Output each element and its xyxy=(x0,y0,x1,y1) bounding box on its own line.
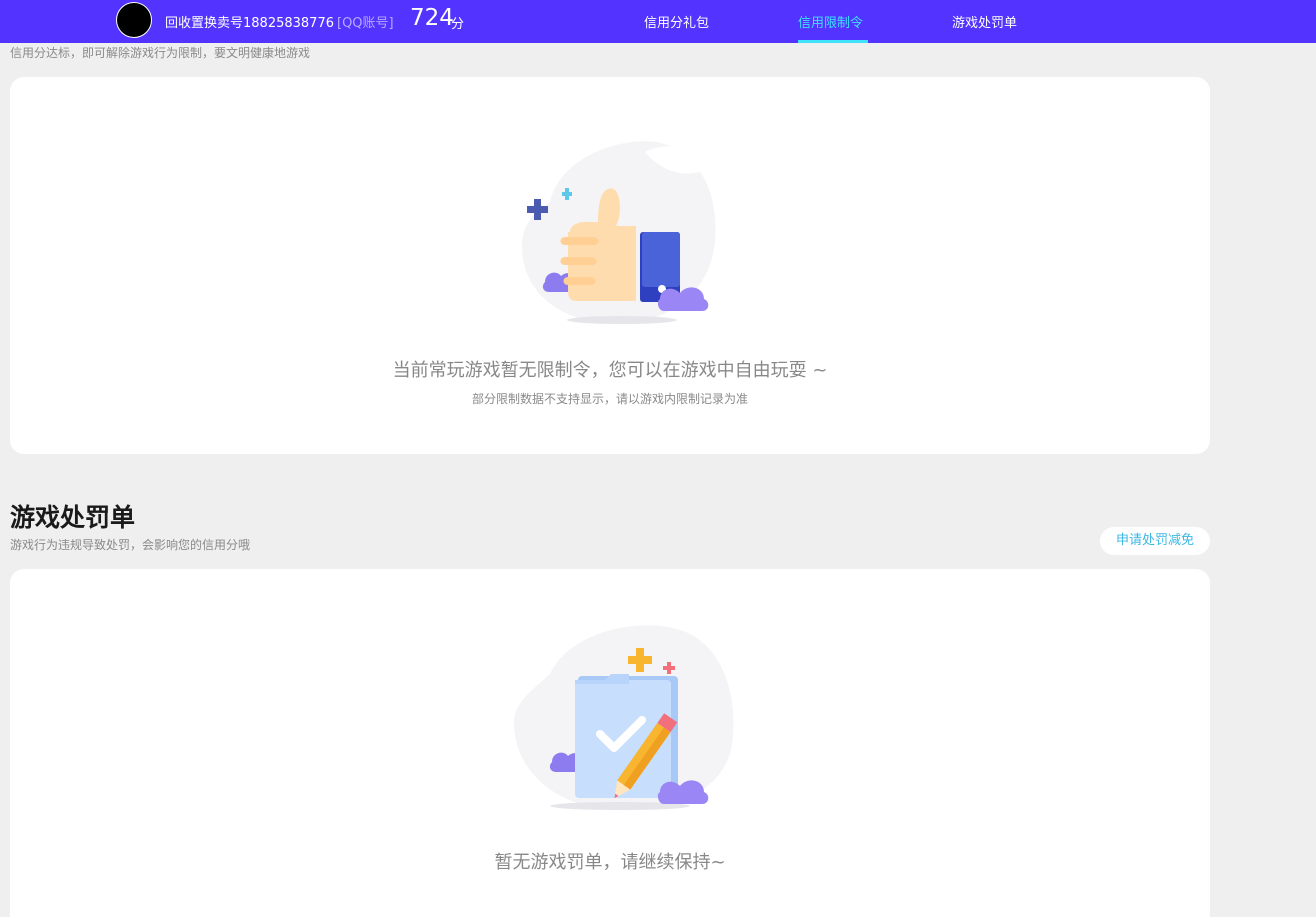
restriction-empty-subtitle: 部分限制数据不支持显示，请以游戏内限制记录为准 xyxy=(471,392,748,406)
apply-penalty-reduction-button[interactable]: 申请处罚减免 xyxy=(1100,527,1210,555)
restriction-hint: 信用分达标，即可解除游戏行为限制，要文明健康地游戏 xyxy=(10,46,311,60)
penalty-section-title: 游戏处罚单 xyxy=(10,503,136,532)
restriction-empty-title: 当前常玩游戏暂无限制令，您可以在游戏中自由玩耍 ~ xyxy=(392,360,828,381)
username: 回收置换卖号18825838776 xyxy=(165,16,334,31)
top-nav-bar: 回收置换卖号18825838776 [QQ账号] 724 分 信用分礼包 信用限… xyxy=(0,0,1316,43)
restriction-card: 当前常玩游戏暂无限制令，您可以在游戏中自由玩耍 ~ 部分限制数据不支持显示，请以… xyxy=(10,77,1210,454)
penalty-empty-title: 暂无游戏罚单，请继续保持~ xyxy=(494,852,726,873)
account-type-label: [QQ账号] xyxy=(337,16,394,31)
active-tab-indicator xyxy=(798,40,868,43)
thumbs-up-illustration xyxy=(521,141,716,324)
penalty-card: 暂无游戏罚单，请继续保持~ xyxy=(10,569,1210,917)
credit-score-unit: 分 xyxy=(451,17,465,32)
tab-credit-gift[interactable]: 信用分礼包 xyxy=(644,12,709,31)
folder-check-pencil-illustration xyxy=(513,625,734,811)
avatar[interactable] xyxy=(116,2,152,38)
penalty-section-subtitle: 游戏行为违规导致处罚，会影响您的信用分哦 xyxy=(10,538,251,552)
tab-game-penalty[interactable]: 游戏处罚单 xyxy=(952,12,1017,31)
credit-score: 724 xyxy=(410,5,454,31)
tab-credit-restriction[interactable]: 信用限制令 xyxy=(798,12,863,31)
